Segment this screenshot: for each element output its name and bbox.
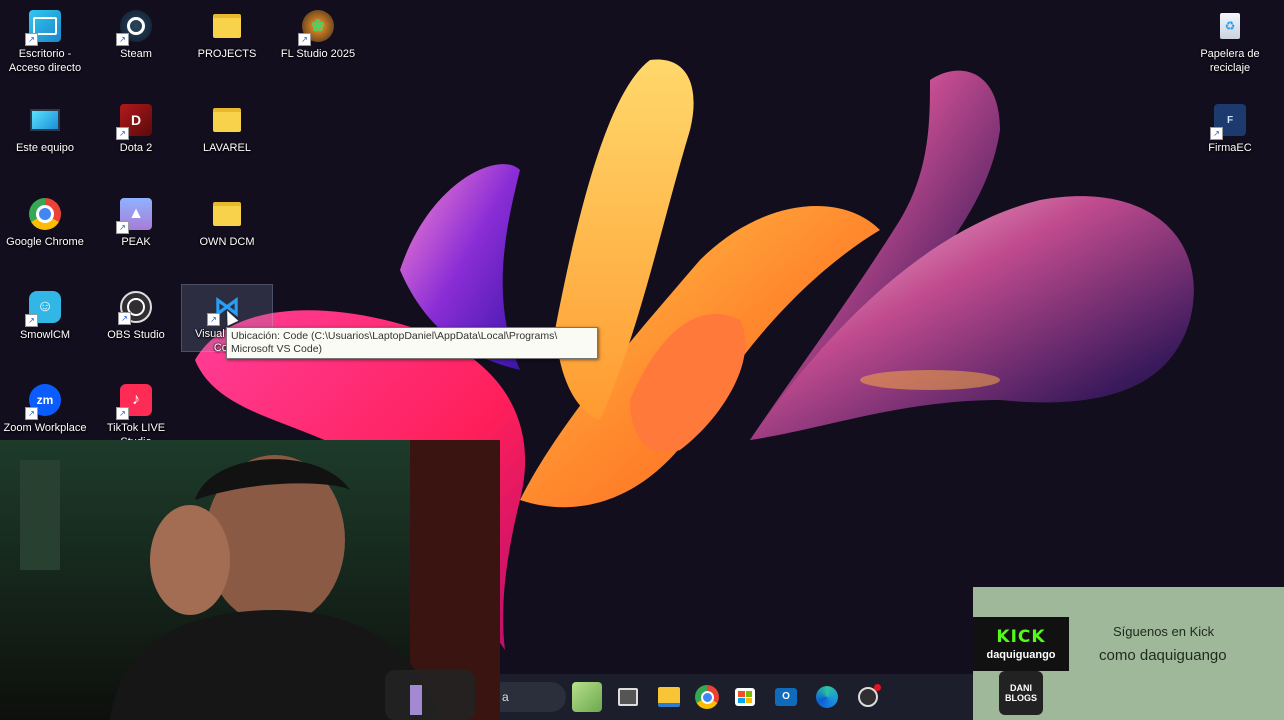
icon-label: Steam <box>120 48 152 60</box>
tiktok-icon: ♪ ↗ <box>116 384 152 420</box>
tooltip-line: Microsoft VS Code) <box>231 343 323 355</box>
desktop-icon-firmaec[interactable]: F ↗ FirmaEC <box>1185 98 1275 155</box>
desktop-icon-own-dcm[interactable]: OWN DCM <box>182 192 272 249</box>
desktop-icon-recycle-bin[interactable]: ♻ Papelera de reciclaje <box>1185 4 1275 75</box>
icon-label: SmowlCM <box>19 329 71 341</box>
icon-label: Escritorio - Acceso directo <box>8 48 82 74</box>
icon-label: Dota 2 <box>119 142 153 154</box>
desktop-icon-este-equipo[interactable]: Este equipo <box>0 98 90 155</box>
obs-icon: ↗ <box>118 291 152 325</box>
desktop-icon-projects[interactable]: PROJECTS <box>182 4 272 61</box>
desktop-icon-lavarel[interactable]: LAVAREL <box>182 98 272 155</box>
kick-username: daquiguango <box>986 649 1056 661</box>
file-explorer-icon[interactable] <box>654 682 684 712</box>
icon-label: Papelera de reciclaje <box>1200 48 1260 74</box>
kick-follow-overlay: KICK daquiguango Síguenos en Kick como d… <box>973 587 1284 720</box>
icon-label: PROJECTS <box>197 48 257 60</box>
icon-label: OBS Studio <box>107 329 165 341</box>
dota2-icon: D ↗ <box>116 104 152 140</box>
steam-icon: ↗ <box>116 10 152 46</box>
chrome-icon[interactable] <box>695 685 719 709</box>
icon-label: FL Studio 2025 <box>280 48 356 60</box>
webcam-feed <box>20 440 500 720</box>
icon-label: OWN DCM <box>199 236 255 248</box>
desktop-icon-peak[interactable]: ▲ ↗ PEAK <box>91 192 181 249</box>
folder-icon <box>211 10 243 42</box>
desktop-icon-tiktok-live[interactable]: ♪ ↗ TikTok LIVE Studio <box>91 378 181 449</box>
smowl-icon: ☺ ↗ <box>25 291 61 327</box>
icon-label: Este equipo <box>15 142 75 154</box>
folder-icon <box>211 104 243 136</box>
desktop-icon-steam[interactable]: ↗ Steam <box>91 4 181 61</box>
desktop-icon-smowlcm[interactable]: ☺ ↗ SmowlCM <box>0 285 90 342</box>
microsoft-store-icon[interactable] <box>730 682 760 712</box>
icon-label: FirmaEC <box>1208 142 1252 154</box>
follow-handle-text: como daquiguango <box>1099 647 1227 664</box>
desktop-icon-dota2[interactable]: D ↗ Dota 2 <box>91 98 181 155</box>
folder-icon <box>211 198 243 230</box>
icon-label: Zoom Workplace <box>3 422 87 434</box>
desktop-icon-obs[interactable]: ↗ OBS Studio <box>91 285 181 342</box>
icon-label: LAVAREL <box>203 142 251 154</box>
channel-badge: DANI BLOGS <box>999 671 1043 715</box>
icon-location-tooltip: Ubicación: Code (C:\Usuarios\LaptopDanie… <box>226 327 598 359</box>
chrome-icon <box>29 198 61 230</box>
desktop-icon-fl-studio[interactable]: ❀ ↗ FL Studio 2025 <box>273 4 363 61</box>
edge-icon[interactable] <box>812 682 842 712</box>
recycle-bin-icon: ♻ <box>1214 10 1246 42</box>
desktop-icon-zoom[interactable]: zm ↗ Zoom Workplace <box>0 378 90 435</box>
desktop-icon-chrome[interactable]: Google Chrome <box>0 192 90 249</box>
kick-logo: KICK <box>996 627 1046 647</box>
taskbar: a O <box>500 674 973 720</box>
widgets-icon[interactable] <box>572 682 602 712</box>
outlook-icon[interactable]: O <box>771 682 801 712</box>
firmaec-icon: F ↗ <box>1210 104 1246 140</box>
desktop-shortcut-icon: ↗ <box>25 10 61 46</box>
kick-logo-box: KICK daquiguango <box>973 617 1069 671</box>
task-view-icon[interactable] <box>613 682 643 712</box>
zoom-icon: zm ↗ <box>25 384 61 420</box>
tooltip-line: Ubicación: Code (C:\Usuarios\LaptopDanie… <box>231 330 558 342</box>
webcam-overlay <box>0 440 500 720</box>
obs-icon[interactable] <box>853 682 883 712</box>
peak-icon: ▲ ↗ <box>116 198 152 234</box>
taskbar-search-box[interactable]: a <box>500 682 566 712</box>
icon-label: Google Chrome <box>6 236 84 248</box>
fl-studio-icon: ❀ ↗ <box>298 10 334 46</box>
follow-text: Síguenos en Kick <box>1113 624 1215 639</box>
icon-label: PEAK <box>121 236 151 248</box>
desktop-icon-escritorio[interactable]: ↗ Escritorio - Acceso directo <box>0 4 90 75</box>
computer-icon <box>29 104 61 136</box>
